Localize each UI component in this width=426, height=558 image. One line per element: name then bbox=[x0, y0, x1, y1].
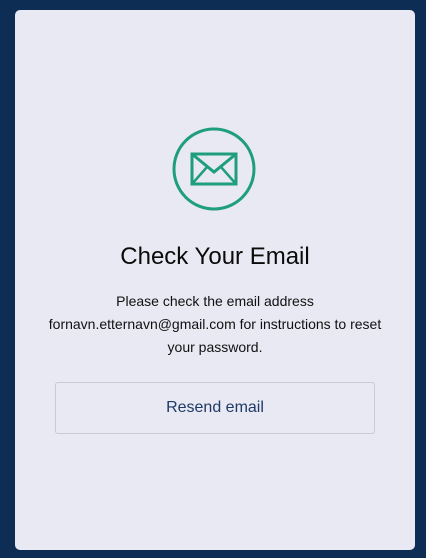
resend-email-button[interactable]: Resend email bbox=[55, 382, 375, 434]
instructions-text: Please check the email address fornavn.e… bbox=[48, 293, 382, 355]
page-title: Check Your Email bbox=[120, 243, 310, 270]
check-email-card: Check Your Email Please check the email … bbox=[15, 10, 415, 550]
mail-icon bbox=[172, 127, 256, 211]
